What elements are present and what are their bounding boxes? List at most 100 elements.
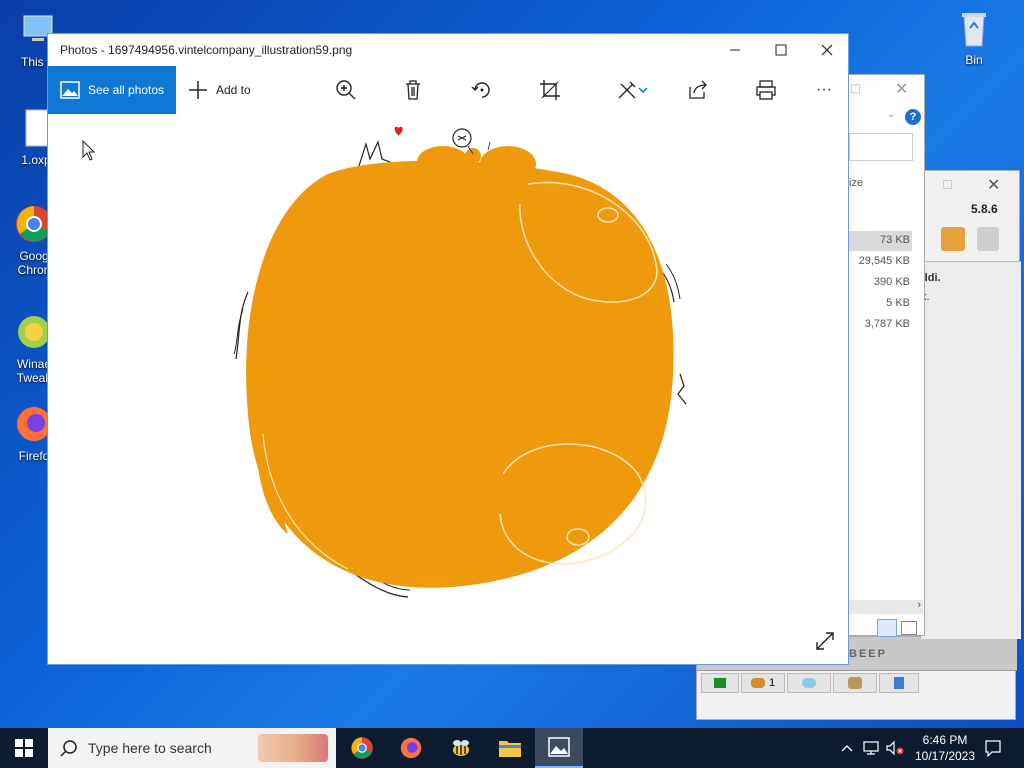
desktop-icon-label: Bin [965,53,983,67]
rotate-icon [471,82,490,98]
file-size: 29,545 KB [858,255,910,267]
search-highlight-icon [258,734,328,762]
print-button[interactable] [754,78,778,102]
photo-icon [60,81,80,99]
share-button[interactable] [686,78,710,102]
add-to-button[interactable]: Add to [188,66,251,114]
chevron-down-icon [638,87,648,94]
crop-button[interactable] [538,78,562,102]
notification-icon [985,740,1001,757]
recycle-bin-icon [962,13,986,47]
chrome-icon [351,737,373,759]
mouse-cursor-icon [82,140,96,161]
preview-view-icon[interactable] [901,621,917,635]
contacts-icon [848,677,862,689]
edit-icon [618,81,636,99]
chat-tab-users[interactable]: 1 [741,673,785,693]
size-column-header[interactable]: ize [849,177,863,189]
chat-bubble-icon [802,678,816,688]
windows-logo-icon [15,739,33,757]
maximize-button[interactable] [758,34,804,66]
zoom-in-icon [336,80,356,100]
tray-network[interactable] [860,728,882,768]
chat-tab-contacts[interactable] [833,673,877,693]
taskbar-firefox[interactable] [387,728,435,768]
see-all-photos-button[interactable]: See all photos [48,66,176,114]
close-icon[interactable]: ✕ [895,79,908,99]
bg2-titlebar: ✕ [921,171,1019,199]
file-size: 73 KB [880,234,910,246]
close-icon[interactable]: ✕ [987,175,1000,195]
chat-tab-home[interactable] [701,673,739,693]
volume-muted-icon [886,740,904,756]
background-window-explorer[interactable]: ✕ ⌄ ? ize 73 KB 29,545 KB 390 KB 5 KB 3,… [840,74,925,637]
taskbar-search-box[interactable]: Type here to search [48,728,336,768]
info-panel [921,261,1021,639]
maximize-icon[interactable] [851,84,860,93]
share-icon [689,80,707,99]
add-to-label: Add to [216,83,251,97]
desktop-icon-recycle-bin[interactable]: Bin [944,8,1004,67]
beep-label: BEEP [849,648,887,660]
pin-icon [894,677,904,689]
close-button[interactable] [804,34,850,66]
green-flag-icon [714,678,726,688]
more-options-button[interactable]: ··· [812,78,836,102]
photos-titlebar: Photos - 1697494956.vintelcompany_illust… [48,34,848,66]
file-size: 3,787 KB [864,318,910,330]
chat-tab-bar: 1 [697,673,1017,695]
network-icon [863,741,879,755]
taskbar-photos[interactable] [535,728,583,768]
background-window-player[interactable]: ✕ 5.8.6 ddi. k. [920,170,1021,639]
tray-chevron-up[interactable] [838,728,856,768]
photos-app-icon [548,737,570,757]
taskbar-chrome[interactable] [338,728,386,768]
action-center-button[interactable] [978,728,1008,768]
more-icon: ··· [816,81,832,98]
taskbar-bee-app[interactable] [437,728,485,768]
taskbar: Type here to search 6:46 PM 10/17/2023 [0,728,1024,768]
version-label: 5.8.6 [971,202,998,216]
bee-icon [453,740,469,756]
photos-toolbar: See all photos Add to ··· [48,66,848,114]
print-icon [756,80,776,100]
minimize-icon [730,49,740,51]
chevron-up-icon [841,745,853,752]
chevron-right-icon[interactable]: › [917,599,921,611]
maximize-icon[interactable] [943,180,952,189]
horizontal-scrollbar[interactable]: › [849,599,923,614]
clock-date: 10/17/2023 [914,749,976,763]
user-count: 1 [768,677,776,689]
trash-icon[interactable] [977,227,999,251]
crop-icon [540,80,560,100]
clock-time: 6:46 PM [922,733,968,747]
help-icon[interactable]: ? [905,109,921,125]
minimize-button[interactable] [712,34,758,66]
details-view-icon[interactable] [877,619,897,637]
illustration-image [233,126,687,598]
image-canvas[interactable] [48,114,848,664]
zoom-button[interactable] [334,78,358,102]
chevron-down-icon[interactable]: ⌄ [887,109,895,120]
edit-create-button[interactable] [610,78,654,102]
rotate-button[interactable] [470,78,494,102]
window-title: Photos - 1697494956.vintelcompany_illust… [60,43,353,57]
taskbar-file-explorer[interactable] [486,728,534,768]
photos-window[interactable]: Photos - 1697494956.vintelcompany_illust… [47,33,849,665]
file-size: 390 KB [873,276,910,288]
update-icon[interactable] [941,227,965,251]
search-icon [60,740,77,757]
chat-tab-settings[interactable] [879,673,919,693]
close-icon [821,44,833,56]
fullscreen-button[interactable] [814,630,836,652]
tray-volume[interactable] [884,728,906,768]
taskbar-clock[interactable]: 6:46 PM 10/17/2023 [910,732,980,764]
start-button[interactable] [0,728,48,768]
trash-icon [406,80,420,100]
search-field[interactable] [849,133,913,161]
delete-button[interactable] [401,78,425,102]
chat-tab-messages[interactable] [787,673,831,693]
users-icon [750,678,765,688]
folder-icon [499,741,521,757]
search-placeholder: Type here to search [88,740,212,756]
